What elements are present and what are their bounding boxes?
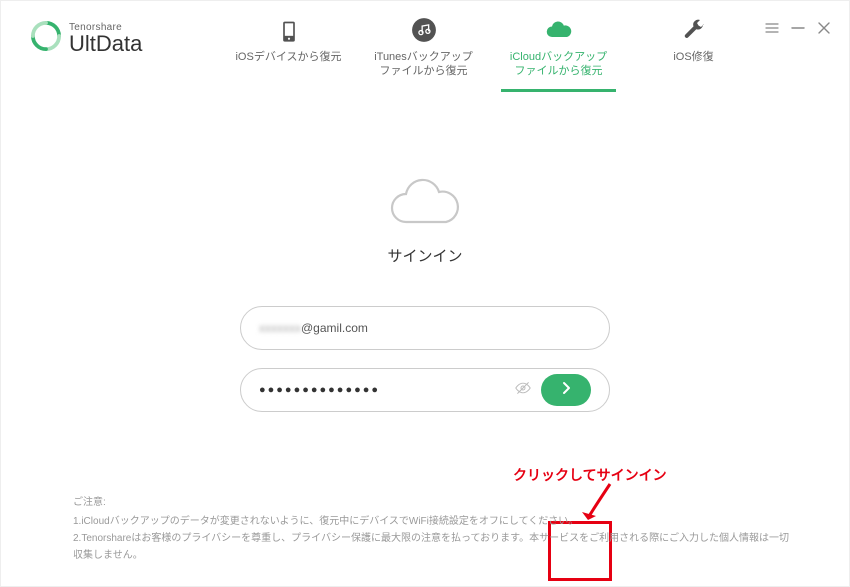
tab-label: iTunesバックアップ ファイルから復元 [374,50,473,79]
wrench-icon [680,16,708,44]
arrow-right-icon [559,381,573,400]
window-controls [765,21,831,35]
footer-line-2: 2.Tenorshareはお客様のプライバシーを尊重し、プライバシー保護に最大限… [73,530,789,564]
tab-label: iCloudバックアップ ファイルから復元 [510,50,607,79]
signin-form: xxxxxxx @gamil.com ●●●●●●●●●●●●●● [1,306,849,412]
tab-itunes-restore[interactable]: iTunesバックアップ ファイルから復元 [366,16,481,92]
minimize-icon[interactable] [791,21,805,35]
main-content: サインイン xxxxxxx @gamil.com ●●●●●●●●●●●●●● [1,176,849,412]
signin-header: サインイン [1,176,849,266]
brand-text: Tenorshare UltData [69,23,142,55]
footer-line-1: 1.iCloudバックアップのデータが変更されないように、復元中にデバイスでWi… [73,513,789,530]
tab-ios-repair[interactable]: iOS修復 [636,16,751,92]
brand-product: UltData [69,33,142,55]
brand-mark-icon [31,21,61,56]
email-masked-prefix: xxxxxxx [259,321,301,335]
cloud-outline-icon [386,176,464,233]
tab-label: iOSデバイスから復元 [235,50,341,64]
footer-notes: ご注意: 1.iCloudバックアップのデータが変更されないように、復元中にデバ… [73,494,789,564]
device-icon [275,16,303,44]
tab-icloud-restore[interactable]: iCloudバックアップ ファイルから復元 [501,16,616,92]
main-tabs: iOSデバイスから復元 iTunesバックアップ ファイルから復元 iCloud… [231,16,751,92]
menu-icon[interactable] [765,21,779,35]
email-domain: @gamil.com [301,321,368,335]
signin-button[interactable] [541,374,591,406]
app-window: Tenorshare UltData iOSデバイスから復元 iTunesバック… [0,0,850,587]
password-value: ●●●●●●●●●●●●●● [259,384,515,396]
signin-title: サインイン [387,245,462,266]
show-password-icon[interactable] [515,380,531,401]
footer-heading: ご注意: [73,494,789,511]
tab-ios-device-restore[interactable]: iOSデバイスから復元 [231,16,346,92]
brand-logo: Tenorshare UltData [31,21,142,56]
password-field[interactable]: ●●●●●●●●●●●●●● [240,368,610,412]
itunes-icon [410,16,438,44]
tab-label: iOS修復 [673,50,713,64]
cloud-icon [545,16,573,44]
close-icon[interactable] [817,21,831,35]
email-field[interactable]: xxxxxxx @gamil.com [240,306,610,350]
app-header: Tenorshare UltData iOSデバイスから復元 iTunesバック… [1,1,849,56]
